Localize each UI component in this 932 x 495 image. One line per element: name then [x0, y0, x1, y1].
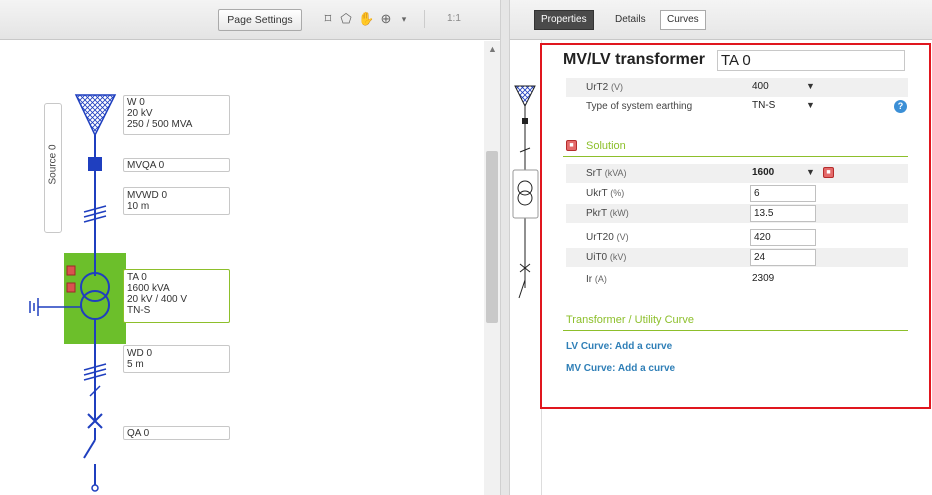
lock-icon[interactable]: ■ [566, 140, 577, 151]
app-root: Page Settings ⌑ ⬠ ✋ ⊕ ▾ 1:1 Source 0 W 0… [0, 0, 932, 495]
solution-section-title: Solution [586, 140, 626, 152]
wd0-label: WD 0 5 m [127, 348, 152, 370]
single-line-diagram [29, 94, 126, 492]
panel-splitter[interactable]: › [500, 0, 515, 495]
property-label: UiT0 (kV) [586, 252, 627, 263]
lock-icon[interactable]: ■ [823, 167, 834, 178]
utility-source-symbol[interactable] [74, 94, 117, 137]
canvas-toolbar: Page Settings ⌑ ⬠ ✋ ⊕ ▾ 1:1 [0, 0, 500, 40]
pan-hand-icon[interactable]: ✋ [358, 11, 374, 27]
property-label: UrT20 (V) [586, 232, 629, 243]
section-divider [563, 156, 908, 157]
property-label: Type of system earthing [586, 101, 693, 112]
property-label: Ir (A) [586, 274, 607, 285]
urt2-select[interactable]: 400 [752, 81, 769, 92]
lasso-icon[interactable]: ⬠ [338, 11, 354, 27]
scrollbar-thumb[interactable] [486, 151, 498, 323]
mini-diagram-strip [510, 40, 542, 495]
ir-value: 2309 [752, 273, 775, 284]
property-label: PkrT (kW) [586, 208, 629, 219]
pkrt-input[interactable] [750, 205, 816, 222]
toolbar-separator [424, 10, 425, 28]
help-icon[interactable]: ? [894, 100, 907, 113]
property-row-urt2: UrT2 (V) 400 ▼ [566, 78, 908, 97]
property-row-ukrt: UkrT (%) [566, 184, 908, 203]
page-settings-button[interactable]: Page Settings [218, 9, 302, 31]
chevron-down-icon[interactable]: ▼ [806, 100, 815, 110]
property-label: SrT (kVA) [586, 168, 627, 179]
curve-section-title: Transformer / Utility Curve [566, 314, 694, 326]
urt20-input[interactable] [750, 229, 816, 246]
earthing-select[interactable]: TN-S [752, 100, 775, 111]
tab-details[interactable]: Details [608, 10, 653, 30]
zoom-icon[interactable]: ⊕ [378, 11, 394, 27]
tab-curves[interactable]: Curves [660, 10, 706, 30]
tab-properties[interactable]: Properties [534, 10, 594, 30]
property-row-srt: SrT (kVA) 1600 ▼ ■ [566, 164, 908, 183]
selection-icon[interactable]: ⌑ [320, 11, 336, 27]
ukrt-input[interactable] [750, 185, 816, 202]
property-label: UkrT (%) [586, 188, 625, 199]
zoom-dropdown-icon[interactable]: ▾ [396, 11, 412, 27]
mvqa0-label: MVQA 0 [127, 160, 165, 171]
property-label: UrT2 (V) [586, 82, 624, 93]
scroll-up-icon[interactable]: ▲ [488, 44, 497, 54]
property-row-uit0: UiT0 (kV) [566, 248, 908, 267]
properties-tabs-bar: Properties Details Curves [510, 0, 932, 40]
w0-label: W 0 20 kV 250 / 500 MVA [127, 97, 193, 130]
source-tab[interactable]: Source 0 [44, 103, 62, 233]
chevron-down-icon[interactable]: ▼ [806, 167, 815, 177]
mini-diagram [512, 85, 539, 299]
zoom-level-label[interactable]: 1:1 [447, 13, 461, 24]
lv-curve-link[interactable]: LV Curve: Add a curve [566, 341, 672, 352]
property-row-pkrt: PkrT (kW) [566, 204, 908, 223]
mvwd0-label: MVWD 0 10 m [127, 190, 167, 212]
property-row-ir: Ir (A) 2309 [566, 270, 908, 289]
chevron-down-icon[interactable]: ▼ [806, 81, 815, 91]
mvqa-breaker-symbol[interactable] [88, 157, 102, 171]
mv-curve-link[interactable]: MV Curve: Add a curve [566, 363, 675, 374]
component-type-title: MV/LV transformer [563, 51, 705, 68]
property-row-earthing: Type of system earthing TN-S ▼ ? [566, 97, 908, 116]
section-divider [563, 330, 908, 331]
qa0-label: QA 0 [127, 428, 150, 439]
component-name-input[interactable] [717, 50, 905, 71]
uit0-input[interactable] [750, 249, 816, 266]
source-tab-label: Source 0 [47, 144, 59, 185]
ta0-label: TA 0 1600 kVA 20 kV / 400 V TN-S [127, 272, 188, 316]
srt-select[interactable]: 1600 [752, 167, 774, 178]
property-row-urt20: UrT20 (V) [566, 228, 908, 247]
diagram-canvas[interactable]: Source 0 W 0 20 kV 250 / 500 MVA MVQA 0 … [0, 41, 484, 495]
canvas-vertical-scrollbar[interactable]: ▲ [484, 41, 500, 495]
